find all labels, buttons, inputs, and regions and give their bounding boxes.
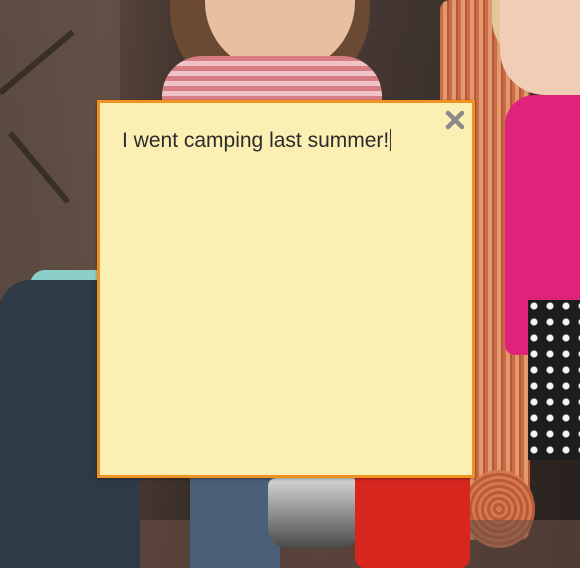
polka-dot-skirt: [528, 300, 580, 460]
jeans: [190, 470, 280, 568]
close-icon[interactable]: [444, 109, 466, 131]
text-caret: [390, 129, 392, 151]
note-text-field[interactable]: I went camping last summer!: [122, 129, 432, 153]
note-text: I went camping last summer!: [122, 129, 390, 152]
sticky-note[interactable]: I went camping last summer!: [97, 100, 475, 478]
child-face: [500, 0, 580, 95]
lantern: [268, 478, 360, 548]
red-bag: [355, 470, 470, 568]
